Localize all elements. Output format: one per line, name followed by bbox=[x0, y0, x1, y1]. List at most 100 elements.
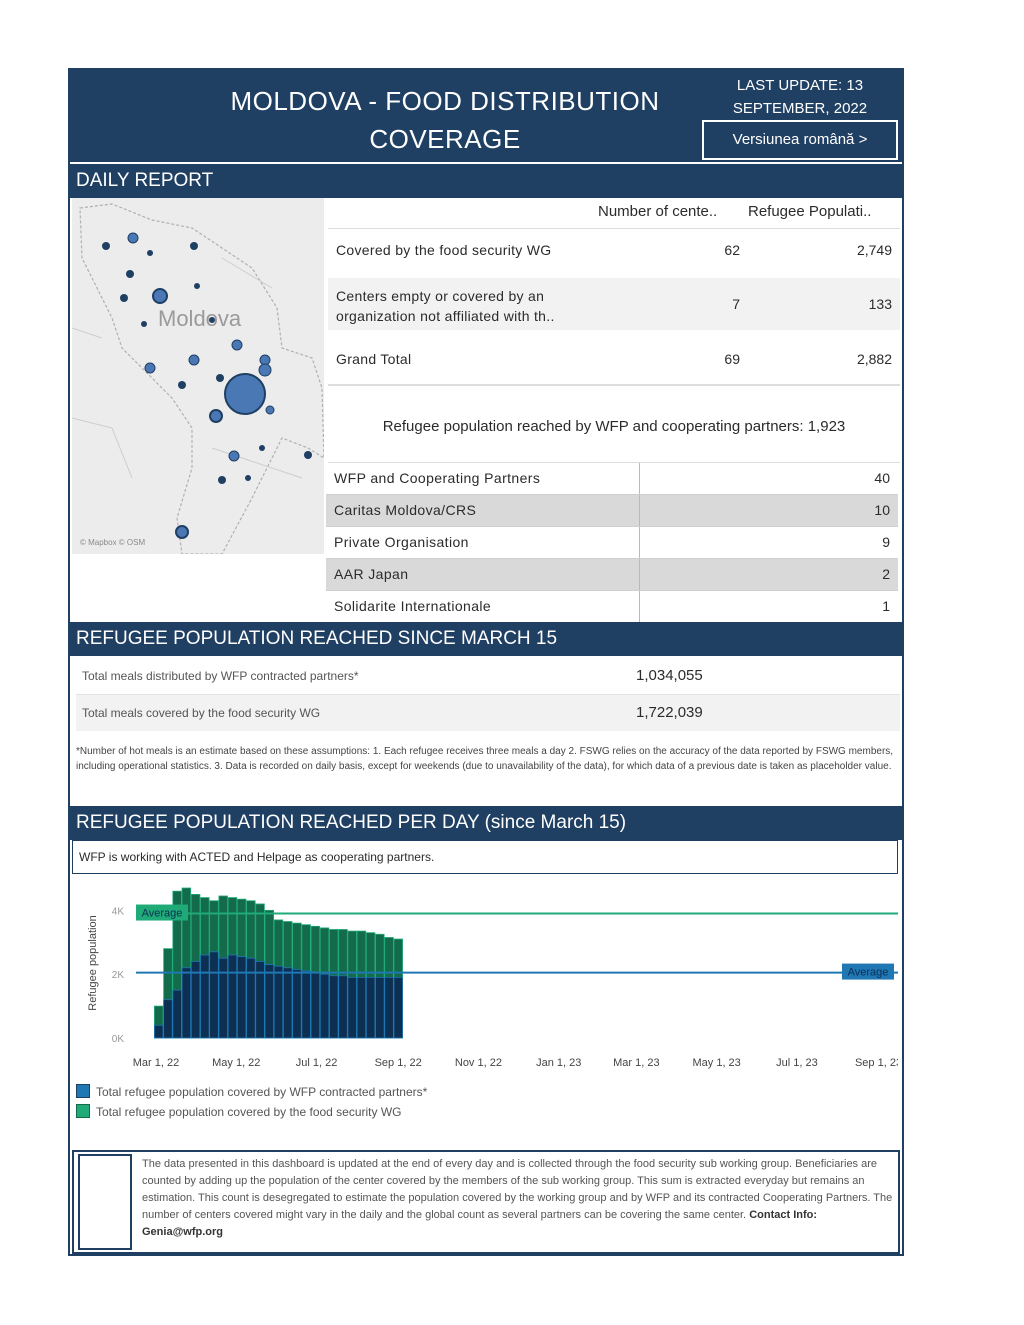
map-country-label: Moldova bbox=[158, 306, 242, 331]
chart-bar bbox=[338, 975, 348, 1039]
x-tick-label: Jul 1, 23 bbox=[776, 1057, 818, 1069]
partner-name: AAR Japan bbox=[334, 566, 409, 582]
chart-bar bbox=[172, 989, 182, 1039]
chart-bar bbox=[329, 975, 339, 1039]
chart-bar bbox=[292, 968, 302, 1039]
partner-value: 9 bbox=[882, 534, 890, 550]
chart-bar bbox=[356, 976, 367, 1039]
partner-row[interactable]: Private Organisation 9 bbox=[326, 527, 898, 559]
population-value: 2,749 bbox=[856, 242, 892, 258]
romanian-version-button[interactable]: Versiunea română > bbox=[702, 120, 898, 160]
column-header-population[interactable]: Refugee Populati.. bbox=[748, 198, 871, 226]
population-value: 133 bbox=[868, 296, 892, 312]
chart-bar bbox=[384, 976, 394, 1039]
partner-row[interactable]: AAR Japan 2 bbox=[326, 559, 898, 591]
y-tick-label: 4K bbox=[112, 906, 125, 917]
row-label: Centers empty or covered by an organizat… bbox=[336, 288, 555, 324]
x-tick-label: Jul 1, 22 bbox=[296, 1057, 338, 1069]
x-tick-label: Jan 1, 23 bbox=[536, 1057, 581, 1069]
dashboard-frame: MOLDOVA - FOOD DISTRIBUTION COVERAGE LAS… bbox=[68, 68, 904, 1256]
map-point[interactable] bbox=[175, 525, 189, 539]
chart-bar bbox=[365, 976, 376, 1039]
y-tick-label: 2K bbox=[112, 970, 125, 981]
table-row-total[interactable]: Grand Total 69 2,882 bbox=[328, 334, 900, 386]
partner-row[interactable]: Caritas Moldova/CRS 10 bbox=[326, 495, 898, 527]
chart-bar bbox=[301, 970, 311, 1039]
partner-name: WFP and Cooperating Partners bbox=[334, 470, 541, 486]
table-row[interactable]: Centers empty or covered by an organizat… bbox=[328, 278, 900, 330]
table-row[interactable]: Covered by the food security WG 62 2,749 bbox=[328, 228, 900, 271]
column-header-centers[interactable]: Number of cente.. bbox=[598, 198, 717, 226]
row-label: Covered by the food security WG bbox=[336, 242, 552, 258]
centers-value: 7 bbox=[732, 296, 740, 312]
partner-value: 1 bbox=[882, 598, 890, 614]
border-outline bbox=[79, 203, 324, 554]
map-point[interactable] bbox=[258, 363, 272, 377]
map-point[interactable] bbox=[190, 242, 198, 250]
map-point[interactable] bbox=[127, 232, 139, 244]
x-tick-label: May 1, 22 bbox=[212, 1057, 260, 1069]
chart-bar bbox=[154, 1024, 164, 1039]
average-label: Average bbox=[142, 908, 183, 920]
reached-summary: Refugee population reached by WFP and co… bbox=[328, 392, 900, 463]
legend-label: Total refugee population covered by the … bbox=[96, 1105, 402, 1119]
map-point[interactable] bbox=[141, 321, 147, 327]
partner-row[interactable]: WFP and Cooperating Partners 40 bbox=[326, 463, 898, 495]
chart-bar bbox=[181, 967, 192, 1039]
map-point[interactable] bbox=[144, 362, 156, 374]
table-row[interactable]: Total meals distributed by WFP contracte… bbox=[76, 658, 900, 695]
chart-bar bbox=[227, 954, 238, 1039]
map-point[interactable] bbox=[209, 409, 223, 423]
map-point[interactable] bbox=[126, 270, 134, 278]
legend-swatch bbox=[76, 1104, 90, 1118]
legend-item-wfp[interactable]: Total refugee population covered by WFP … bbox=[76, 1082, 427, 1102]
legend-swatch bbox=[76, 1084, 90, 1098]
header-bar: MOLDOVA - FOOD DISTRIBUTION COVERAGE LAS… bbox=[70, 70, 902, 162]
chart-bar bbox=[209, 951, 219, 1039]
column-divider bbox=[639, 591, 640, 622]
chart-svg: Refugee population 0K 2K 4K Average Average Ma… bbox=[87, 887, 902, 1069]
x-tick-label: Mar 1, 23 bbox=[613, 1057, 659, 1069]
map-point[interactable] bbox=[147, 250, 153, 256]
map-point[interactable] bbox=[245, 475, 251, 481]
population-value: 2,882 bbox=[856, 351, 892, 367]
map-point[interactable] bbox=[218, 476, 226, 484]
map-point-chisinau[interactable] bbox=[224, 373, 266, 415]
partner-value: 2 bbox=[882, 566, 890, 582]
map-point[interactable] bbox=[120, 294, 128, 302]
y-tick-label: 0K bbox=[112, 1034, 125, 1045]
chart-bar bbox=[236, 956, 247, 1039]
x-tick-label: Sep 1, 22 bbox=[375, 1057, 422, 1069]
map-point[interactable] bbox=[216, 374, 224, 382]
map-point[interactable] bbox=[102, 242, 110, 250]
info-text: The data presented in this dashboard is … bbox=[142, 1156, 894, 1241]
meals-value: 1,722,039 bbox=[636, 704, 703, 721]
map-point[interactable] bbox=[259, 445, 265, 451]
chart-bar bbox=[282, 967, 293, 1039]
map-point[interactable] bbox=[228, 450, 240, 462]
moldova-map[interactable]: Moldova © Mapbox © OSM bbox=[72, 198, 324, 554]
wfp-partners-note: WFP is working with ACTED and Helpage as… bbox=[72, 840, 898, 874]
chart-bar bbox=[273, 965, 284, 1039]
average-label: Average bbox=[848, 967, 889, 979]
table-row[interactable]: Total meals covered by the food security… bbox=[76, 695, 900, 731]
column-divider bbox=[639, 495, 640, 526]
map-point[interactable] bbox=[152, 288, 168, 304]
per-day-heading: REFUGEE POPULATION REACHED PER DAY (sinc… bbox=[70, 806, 902, 840]
chart-bar bbox=[246, 957, 256, 1039]
map-point[interactable] bbox=[178, 381, 186, 389]
partner-row[interactable]: Solidarite Internationale 1 bbox=[326, 591, 898, 623]
chart-bar bbox=[319, 973, 330, 1039]
partner-name: Private Organisation bbox=[334, 534, 469, 550]
map-point[interactable] bbox=[231, 339, 243, 351]
chart-bar bbox=[264, 964, 274, 1039]
map-point[interactable] bbox=[265, 405, 275, 415]
map-point[interactable] bbox=[304, 451, 312, 459]
legend-item-fswg[interactable]: Total refugee population covered by the … bbox=[76, 1102, 427, 1122]
x-tick-label: May 1, 23 bbox=[692, 1057, 740, 1069]
chart-bar bbox=[218, 957, 228, 1039]
map-attribution[interactable]: © Mapbox © OSM bbox=[80, 538, 145, 547]
map-point[interactable] bbox=[194, 283, 200, 289]
map-point[interactable] bbox=[188, 354, 200, 366]
chart-bar bbox=[310, 972, 321, 1039]
